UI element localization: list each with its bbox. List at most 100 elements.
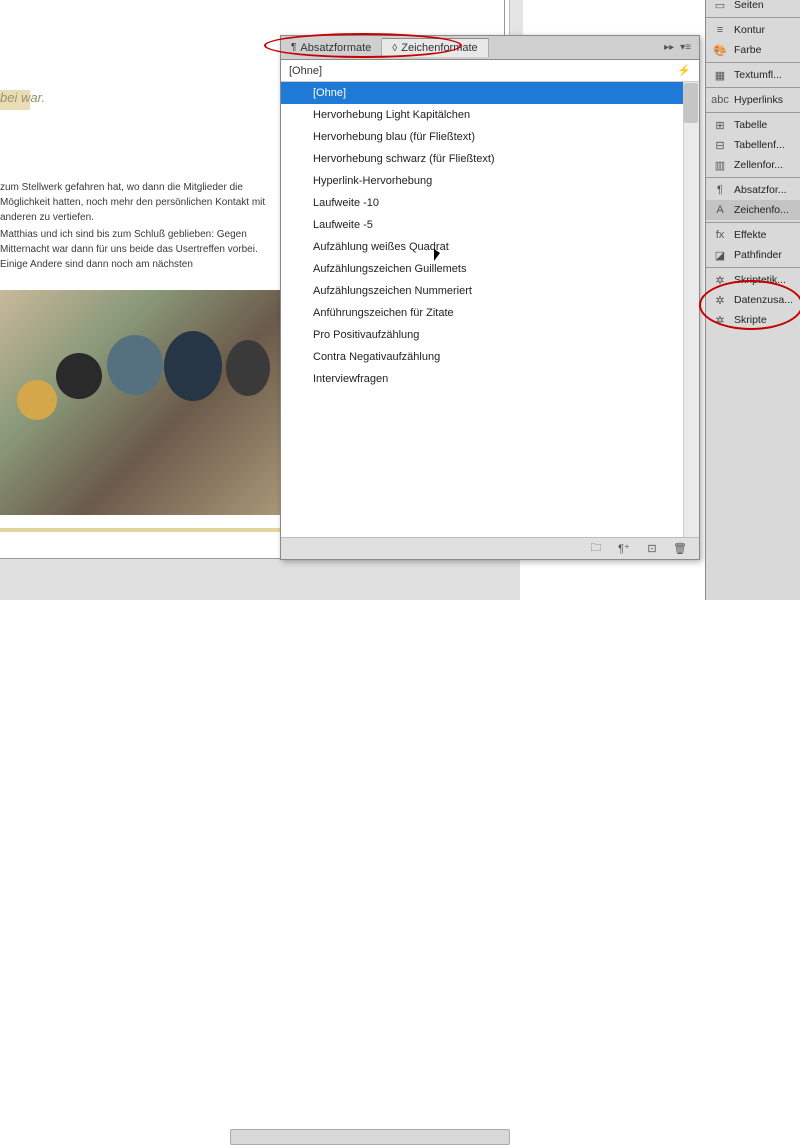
style-item[interactable]: Aufzählungszeichen Guillemets	[281, 258, 699, 280]
panel-tab-bar: ¶ Absatzformate ◊ Zeichenformate ▸▸ ▾≡	[281, 36, 699, 60]
sidebar-group: ¶ Absatzfor... AZeichenfo...	[706, 177, 800, 222]
tab-paragraph-styles[interactable]: ¶ Absatzformate	[281, 39, 382, 57]
style-item-label: Interviewfragen	[313, 373, 388, 385]
sidebar-item-fx[interactable]: fx Effekte	[706, 225, 800, 245]
pilcrow-icon: ¶	[291, 42, 296, 53]
stroke-icon: ≡	[712, 23, 728, 37]
style-item[interactable]: [Ohne]✎	[281, 82, 699, 104]
cellfmt-icon: ▥	[712, 158, 728, 172]
sidebar-item-stroke[interactable]: ≡ Kontur	[706, 20, 800, 40]
scripts-icon: ✲	[712, 313, 728, 327]
quick-apply-icon[interactable]: ⚡	[677, 64, 691, 77]
sidebar-label: Farbe	[734, 44, 761, 56]
style-item-label: Laufweite -10	[313, 197, 379, 209]
style-item-label: Hervorhebung schwarz (für Fließtext)	[313, 153, 495, 165]
sidebar-item-pathfinder[interactable]: ◪ Pathfinder	[706, 245, 800, 265]
style-item[interactable]: Hervorhebung schwarz (für Fließtext)	[281, 148, 699, 170]
fx-icon: fx	[712, 228, 728, 242]
scroll-thumb[interactable]	[684, 83, 698, 123]
style-item-label: Hyperlink-Hervorhebung	[313, 175, 432, 187]
sidebar-item-color[interactable]: 🎨 Farbe	[706, 40, 800, 60]
sidebar-item-datamerge[interactable]: ✲ Datenzusa...	[706, 290, 800, 310]
list-scrollbar[interactable]	[683, 82, 699, 537]
style-dropdown[interactable]: [Ohne] ⚡	[281, 60, 699, 82]
clear-override-icon[interactable]: ¶⁺	[617, 542, 631, 556]
body-p2: Matthias und ich sind bis zum Schluß geb…	[0, 227, 275, 272]
sidebar-label: Tabellenf...	[734, 139, 785, 151]
sidebar-item-hyperlink[interactable]: abcHyperlinks	[706, 90, 800, 110]
style-item[interactable]: Aufzählungszeichen Nummeriert	[281, 280, 699, 302]
trash-icon[interactable]: 🗑	[673, 542, 687, 556]
right-panel-dock: ▭ Seiten ≡ Kontur 🎨 Farbe ▦Textumfl... abcHyper…	[705, 0, 800, 600]
style-item[interactable]: Laufweite -5	[281, 214, 699, 236]
horizontal-scrollbar[interactable]	[230, 1129, 510, 1145]
style-item[interactable]: Contra Negativaufzählung	[281, 346, 699, 368]
sidebar-label: Kontur	[734, 24, 765, 36]
sidebar-group: ✲ Skriptetik... ✲ Datenzusa... ✲ Skripte	[706, 267, 800, 332]
sidebar-label: Zellenfor...	[734, 159, 783, 171]
pathfinder-icon: ◪	[712, 248, 728, 262]
sidebar-item-pages[interactable]: ▭ Seiten	[706, 0, 800, 15]
pages-icon: ▭	[712, 0, 728, 12]
sidebar-item-tablefmt[interactable]: ⊟ Tabellenf...	[706, 135, 800, 155]
style-item-label: Contra Negativaufzählung	[313, 351, 440, 363]
tablefmt-icon: ⊟	[712, 138, 728, 152]
style-item-label: [Ohne]	[313, 87, 346, 99]
style-item[interactable]: Aufzählung weißes Quadrat	[281, 236, 699, 258]
style-item[interactable]: Hervorhebung Light Kapitälchen	[281, 104, 699, 126]
sidebar-label: Seiten	[734, 0, 764, 11]
style-item[interactable]: Laufweite -10	[281, 192, 699, 214]
tab-character-styles[interactable]: ◊ Zeichenformate	[382, 38, 488, 57]
sidebar-label: Tabelle	[734, 119, 767, 131]
sidebar-label: Datenzusa...	[734, 294, 793, 306]
sidebar-group: ▦Textumfl...	[706, 62, 800, 87]
scriptlbl-icon: ✲	[712, 273, 728, 287]
parastyle-icon: ¶	[712, 183, 728, 197]
sidebar-label: Zeichenfo...	[734, 204, 789, 216]
sidebar-label: Pathfinder	[734, 249, 782, 261]
datamerge-icon: ✲	[712, 293, 728, 307]
style-item-label: Aufzählungszeichen Nummeriert	[313, 285, 472, 297]
style-item[interactable]: Anführungszeichen für Zitate	[281, 302, 699, 324]
scroll-area	[0, 558, 520, 600]
style-list: [Ohne]✎ Hervorhebung Light Kapitälchen Her…	[281, 82, 699, 537]
sidebar-group: ⊞ Tabelle ⊟ Tabellenf... ▥ Zellenfor...	[706, 112, 800, 177]
sidebar-label: Skriptetik...	[734, 274, 786, 286]
sidebar-label: Absatzfor...	[734, 184, 787, 196]
sidebar-item-charstyle[interactable]: AZeichenfo...	[706, 200, 800, 220]
sidebar-item-textwrap[interactable]: ▦Textumfl...	[706, 65, 800, 85]
sidebar-label: Skripte	[734, 314, 767, 326]
style-item-label: Pro Positivaufzählung	[313, 329, 419, 341]
sidebar-group: fx Effekte ◪ Pathfinder	[706, 222, 800, 267]
style-item[interactable]: Pro Positivaufzählung	[281, 324, 699, 346]
body-p1: zum Stellwerk gefahren hat, wo dann die …	[0, 180, 275, 225]
sidebar-item-cellfmt[interactable]: ▥ Zellenfor...	[706, 155, 800, 175]
char-icon: ◊	[392, 43, 397, 54]
sidebar-label: Hyperlinks	[734, 94, 783, 106]
style-item[interactable]: Interviewfragen	[281, 368, 699, 390]
sidebar-item-parastyle[interactable]: ¶ Absatzfor...	[706, 180, 800, 200]
style-item-label: Anführungszeichen für Zitate	[313, 307, 454, 319]
table-icon: ⊞	[712, 118, 728, 132]
sidebar-label: Effekte	[734, 229, 767, 241]
new-style-icon[interactable]: ⊡	[645, 542, 659, 556]
sidebar-group: abcHyperlinks	[706, 87, 800, 112]
new-group-icon[interactable]: 🗀	[589, 542, 603, 556]
sidebar-group: ▭ Seiten	[706, 0, 800, 17]
collapse-icon[interactable]: ▸▸	[664, 42, 674, 53]
sidebar-group: ≡ Kontur 🎨 Farbe	[706, 17, 800, 62]
tab-label: Absatzformate	[300, 42, 371, 54]
style-item-label: Laufweite -5	[313, 219, 373, 231]
document-photo	[0, 290, 282, 515]
sidebar-item-scripts[interactable]: ✲ Skripte	[706, 310, 800, 330]
quote-tail-text: bei war.	[0, 90, 260, 105]
style-item[interactable]: Hyperlink-Hervorhebung	[281, 170, 699, 192]
textwrap-icon: ▦	[712, 68, 728, 82]
panel-menu-icon[interactable]: ▾≡	[680, 42, 691, 53]
color-icon: 🎨	[712, 43, 728, 57]
sidebar-item-table[interactable]: ⊞ Tabelle	[706, 115, 800, 135]
style-item-label: Hervorhebung Light Kapitälchen	[313, 109, 470, 121]
sidebar-item-scriptlbl[interactable]: ✲ Skriptetik...	[706, 270, 800, 290]
style-item-label: Aufzählung weißes Quadrat	[313, 241, 449, 253]
style-item[interactable]: Hervorhebung blau (für Fließtext)	[281, 126, 699, 148]
